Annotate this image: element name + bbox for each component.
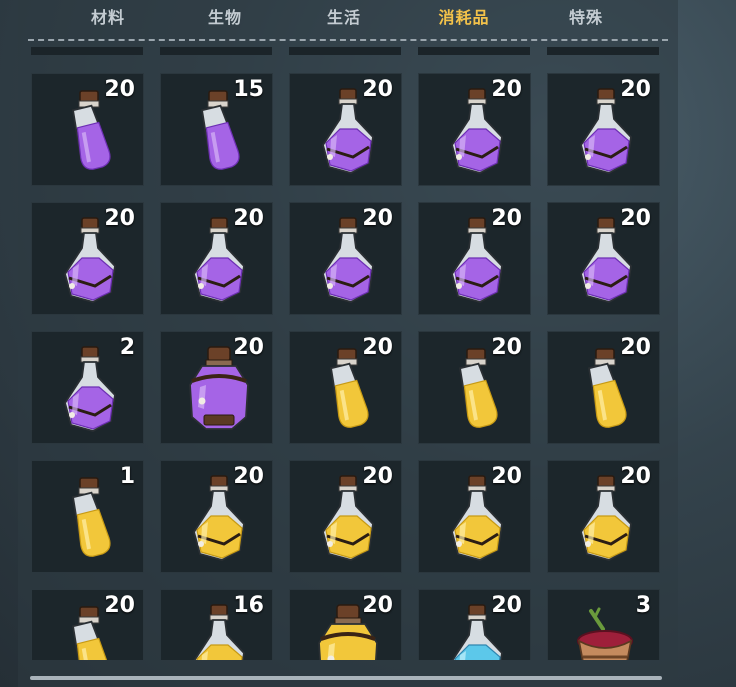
item-count: 20: [362, 206, 393, 231]
item-count: 20: [104, 206, 135, 231]
inventory-slot[interactable]: 20: [160, 460, 273, 573]
berry-bucket-icon: [571, 603, 641, 660]
inventory-slot[interactable]: 20: [160, 202, 273, 315]
item-count: 20: [104, 593, 135, 618]
inventory-slot[interactable]: 20: [289, 202, 402, 315]
item-count: 3: [635, 593, 651, 618]
inventory-slot[interactable]: 20: [418, 331, 531, 444]
item-count: 15: [233, 77, 264, 102]
inventory-slot[interactable]: 20: [418, 202, 531, 315]
inventory-slot[interactable]: 20: [31, 202, 144, 315]
item-count: 16: [233, 593, 264, 618]
inventory-slot[interactable]: 20: [289, 589, 402, 660]
item-count: 20: [491, 206, 522, 231]
inventory-slot[interactable]: 20: [547, 202, 660, 315]
inventory-slot[interactable]: 20: [547, 73, 660, 186]
inventory-slot[interactable]: 20: [418, 73, 531, 186]
item-count: 20: [491, 464, 522, 489]
item-count: 1: [119, 464, 135, 489]
inventory-slot[interactable]: 20: [289, 331, 402, 444]
inventory-slot[interactable]: 1: [31, 460, 144, 573]
item-count: 20: [491, 335, 522, 360]
item-count: 20: [362, 77, 393, 102]
inventory-slot[interactable]: 20: [31, 73, 144, 186]
inventory-slot[interactable]: 20: [160, 331, 273, 444]
item-count: 20: [233, 464, 264, 489]
inventory-slot[interactable]: 20: [31, 589, 144, 660]
item-count: 20: [362, 464, 393, 489]
inventory-slot[interactable]: 20: [547, 331, 660, 444]
inventory-slot[interactable]: 20: [289, 460, 402, 573]
inventory-viewport: 20 15 20 20 20 20 20 20 20 20 2 20 20 20…: [0, 0, 736, 660]
item-count: 20: [620, 77, 651, 102]
item-count: 2: [119, 335, 135, 360]
inventory-slot[interactable]: 15: [160, 73, 273, 186]
item-count: 20: [362, 335, 393, 360]
inventory-slot[interactable]: 3: [547, 589, 660, 660]
item-count: 20: [233, 206, 264, 231]
yellow-potion-vial-icon: [55, 474, 125, 564]
horizontal-scrollbar[interactable]: [30, 676, 662, 680]
item-count: 20: [104, 77, 135, 102]
item-count: 20: [620, 206, 651, 231]
item-count: 20: [362, 593, 393, 618]
item-count: 20: [491, 77, 522, 102]
inventory-slot[interactable]: 20: [418, 589, 531, 660]
inventory-slot[interactable]: 20: [547, 460, 660, 573]
item-count: 20: [233, 335, 264, 360]
item-count: 20: [620, 464, 651, 489]
inventory-slot[interactable]: 20: [418, 460, 531, 573]
inventory-slot[interactable]: 2: [31, 331, 144, 444]
inventory-slot[interactable]: 20: [289, 73, 402, 186]
inventory-slot[interactable]: 16: [160, 589, 273, 660]
purple-potion-flask-icon: [55, 345, 125, 435]
item-count: 20: [491, 593, 522, 618]
item-count: 20: [620, 335, 651, 360]
